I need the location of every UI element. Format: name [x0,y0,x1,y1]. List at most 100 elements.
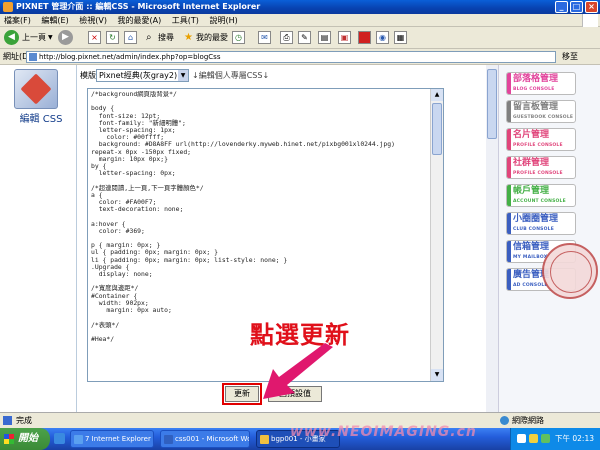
home-icon[interactable]: ⌂ [124,31,137,44]
console-color-bar [507,185,511,206]
close-button[interactable]: × [585,1,598,13]
template-select[interactable]: Pixnet經典(灰gray2) ▼ [96,69,189,82]
refresh-icon[interactable]: ↻ [106,31,119,44]
windows-logo-icon [582,14,598,27]
word-task-icon [164,435,173,444]
console-title: 名片管理 [513,130,550,140]
chevron-down-icon[interactable]: ▼ [178,70,188,81]
console-subtitle: CLUB CONSOLE [513,227,554,232]
menu-file[interactable]: 檔案(F) [4,16,31,25]
watermark-text: www.NEOIMAGING.cn [290,424,477,440]
scroll-down-icon[interactable]: ▼ [431,369,443,381]
done-icon [3,416,12,425]
go-button[interactable]: 移至 [562,51,578,63]
css-textarea[interactable]: /*background網頁版背景*/ body { font-size: 12… [91,91,429,343]
menu-help[interactable]: 說明(H) [209,16,237,25]
scroll-thumb[interactable] [432,103,442,155]
page-content: 編輯 CSS 模版 Pixnet經典(灰gray2) ▼ ↓編輯個人專屬CSS↓… [0,65,600,412]
console-button[interactable]: 社群管理 PROFILE CONSOLE [506,156,576,179]
console-subtitle: AD CONSOLE [513,283,548,288]
console-title: 小圈圈管理 [513,214,559,224]
console-title: 帳戶管理 [513,186,550,196]
console-subtitle: MY MAILBOX [513,255,548,260]
edit-css-heading: 編輯 CSS [19,114,63,125]
menu-edit[interactable]: 編輯(E) [41,16,68,25]
history-icon[interactable]: ◷ [232,31,245,44]
globe-icon [500,416,509,425]
stop-icon[interactable]: × [88,31,101,44]
console-button[interactable]: 部落格管理 BLOG CONSOLE [506,72,576,95]
menu-bar: 檔案(F) 編輯(E) 檢視(V) 我的最愛(A) 工具(T) 說明(H) [0,14,600,27]
annotation-arrow-icon [263,343,333,399]
quicklaunch-ie-icon[interactable] [54,433,65,444]
editor-scrollbar[interactable]: ▲ ▼ [430,89,443,381]
console-subtitle: PROFILE CONSOLE [513,171,563,176]
task-word[interactable]: css001 - Microsoft Word [160,430,250,448]
menu-view[interactable]: 檢視(V) [79,16,107,25]
left-panel: 編輯 CSS [0,65,77,412]
maximize-button[interactable]: □ [570,1,583,13]
back-arrow-icon[interactable]: ◀ [4,30,19,45]
mail-icon[interactable]: ✉ [258,31,271,44]
tool-extra-icon[interactable]: ▦ [394,31,407,44]
page-icon [29,53,37,61]
console-color-bar [507,73,511,94]
toolbar: ◀ 上一頁 ▼ ▶ × ↻ ⌂ ⌕ 搜尋 ★ 我的最愛 ◷ ✉ ⎙ ✎ ▤ ▣ … [0,27,600,49]
ie-task-icon [74,435,83,444]
console-subtitle: ACCOUNT CONSOLE [513,199,566,204]
console-button[interactable]: 帳戶管理 ACCOUNT CONSOLE [506,184,576,207]
menu-tools[interactable]: 工具(T) [172,16,199,25]
back-button[interactable]: 上一頁 [22,30,46,46]
update-button[interactable]: 更新 [222,383,262,405]
paint-task-icon [260,435,269,444]
console-subtitle: GUESTBOOK CONSOLE [513,115,574,120]
tray-speaker-icon[interactable] [529,434,538,443]
console-button[interactable]: 留言板管理 GUESTBOOK CONSOLE [506,100,576,123]
window-title-bar[interactable]: PIXNET 管理介面 :: 編輯CSS - Microsoft Interne… [0,0,600,14]
back-dropdown-icon[interactable]: ▼ [48,30,53,46]
console-color-bar [507,213,511,234]
console-title: 留言板管理 [513,102,559,112]
console-title: 信箱管理 [513,242,550,252]
start-label: 開始 [18,433,38,444]
console-color-bar [507,241,511,262]
css-edit-icon [14,69,58,109]
search-button[interactable]: 搜尋 [158,30,174,46]
system-tray: 下午 02:13 [510,428,600,450]
console-subtitle: BLOG CONSOLE [513,87,555,92]
console-title: 社群管理 [513,158,550,168]
messenger-icon[interactable]: ◉ [376,31,389,44]
star-icon[interactable]: ★ [184,30,193,46]
addon-red-icon[interactable] [358,31,371,44]
tray-security-icon[interactable] [541,434,550,443]
console-button[interactable]: 名片管理 PROFILE CONSOLE [506,128,576,151]
favorites-button[interactable]: 我的最愛 [196,30,228,46]
task-internet-explorer[interactable]: 7 Internet Explorer [70,430,154,448]
research-icon[interactable]: ▣ [338,31,351,44]
scroll-up-icon[interactable]: ▲ [431,89,443,101]
tray-network-icon[interactable] [517,434,526,443]
task-label: css001 - Microsoft Word [175,435,249,443]
console-title: 部落格管理 [513,74,559,84]
start-button[interactable]: 開始 [0,428,50,450]
console-color-bar [507,129,511,150]
template-hint: ↓編輯個人專屬CSS↓ [192,71,270,80]
page-scroll-thumb[interactable] [487,69,497,139]
console-color-bar [507,269,511,290]
window-title: PIXNET 管理介面 :: 編輯CSS - Microsoft Interne… [16,2,261,11]
search-icon[interactable]: ⌕ [146,30,152,46]
print-icon[interactable]: ⎙ [280,31,293,44]
address-url: http://blog.pixnet.net/admin/index.php?o… [39,53,221,61]
minimize-button[interactable]: _ [555,1,568,13]
console-panel: 部落格管理 BLOG CONSOLE 留言板管理 GUESTBOOK CONSOLE 名… [486,65,600,412]
status-text: 完成 [16,416,32,425]
discuss-icon[interactable]: ▤ [318,31,331,44]
console-button[interactable]: 小圈圈管理 CLUB CONSOLE [506,212,576,235]
address-input[interactable]: http://blog.pixnet.net/admin/index.php?o… [26,51,556,63]
page-scrollbar[interactable] [486,65,499,412]
forward-arrow-icon[interactable]: ▶ [58,30,73,45]
menu-favorites[interactable]: 我的最愛(A) [118,16,162,25]
ie-icon [3,2,13,12]
console-subtitle: PROFILE CONSOLE [513,143,563,148]
edit-page-icon[interactable]: ✎ [298,31,311,44]
